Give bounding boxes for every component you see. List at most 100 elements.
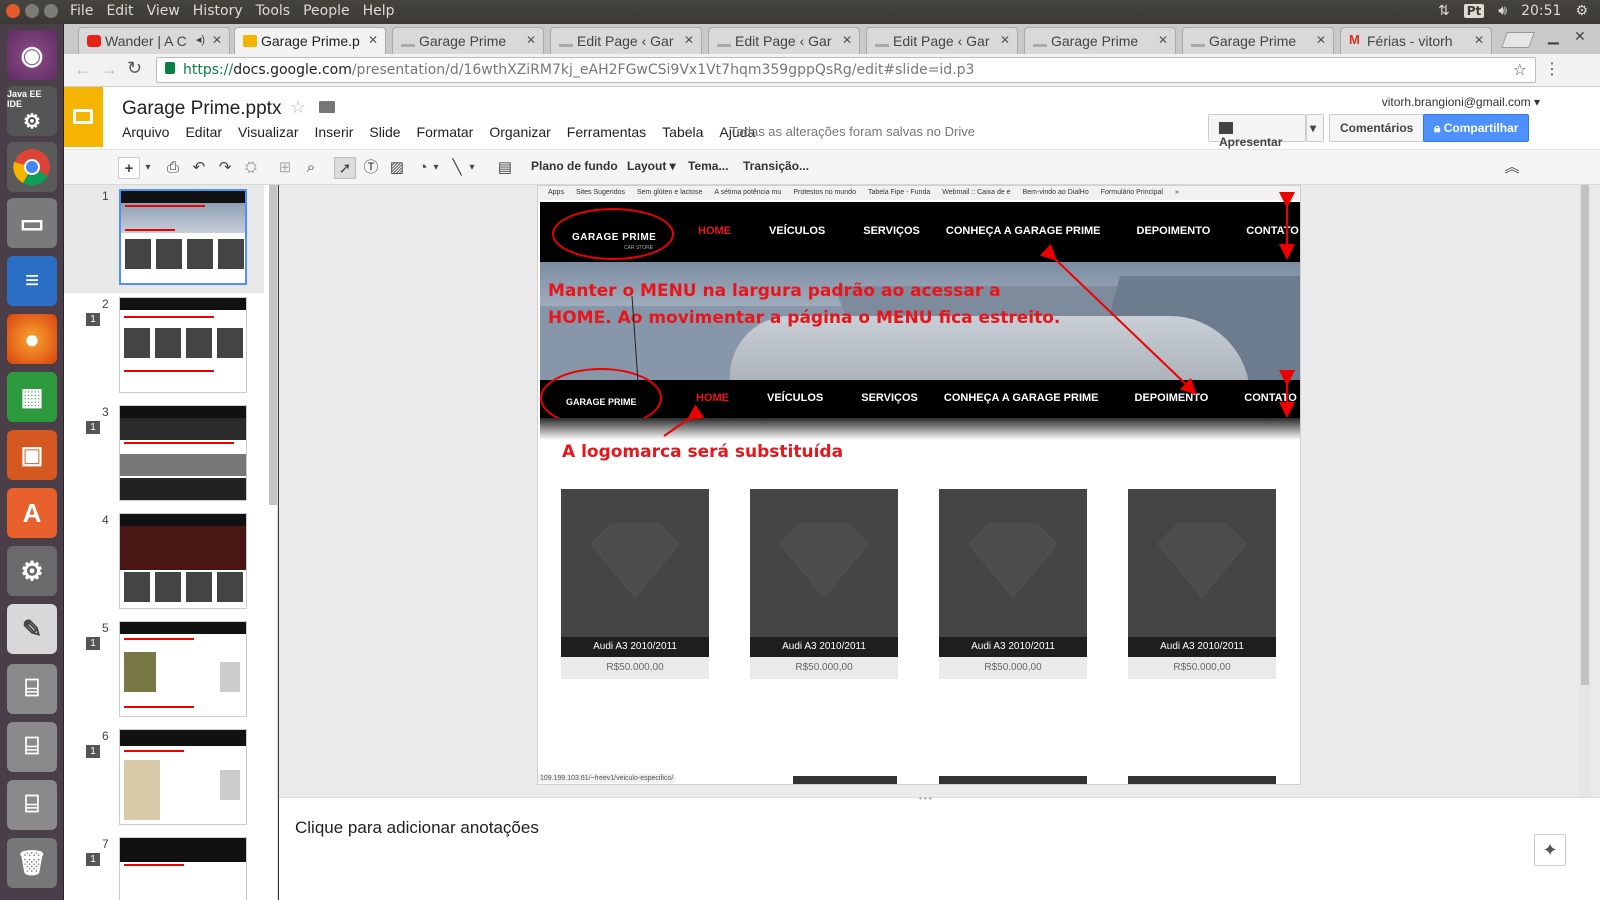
account-email[interactable]: vitorh.brangioni@gmail.com ▾	[1382, 95, 1540, 109]
comment-count-badge[interactable]: 1	[86, 745, 100, 758]
document-title[interactable]: Garage Prime.pptx	[122, 98, 281, 120]
slide-thumbnail-row[interactable]: 7 1	[64, 833, 264, 900]
slide-thumbnail[interactable]	[119, 405, 247, 501]
forward-icon[interactable]: →	[100, 59, 118, 80]
slide-thumbnail-row[interactable]: 5 1	[64, 617, 264, 725]
trash-icon[interactable]: 🗑︎	[7, 838, 57, 888]
share-button[interactable]: 🔒︎ Compartilhar	[1423, 114, 1530, 142]
software-center-icon[interactable]: A	[7, 488, 57, 538]
chrome-icon[interactable]	[7, 142, 57, 192]
comments-button[interactable]: Comentários	[1329, 114, 1425, 142]
menu-view[interactable]: View	[147, 3, 180, 19]
folder-icon[interactable]	[319, 101, 335, 113]
slide-thumbnail[interactable]	[119, 621, 247, 717]
text-box-icon[interactable]: Ⓣ	[360, 157, 382, 179]
slide-thumbnail-row[interactable]: 6 1	[64, 725, 264, 833]
theme-button[interactable]: Tema...	[688, 159, 728, 173]
close-tab-icon[interactable]: ✕	[1316, 33, 1326, 47]
java-ee-ide-icon[interactable]: Java EE IDE ⚙	[7, 86, 57, 136]
undo-icon[interactable]: ↶	[188, 157, 210, 179]
slide-thumbnail-row[interactable]: 4	[64, 509, 264, 617]
menu-edit[interactable]: Edit	[106, 3, 133, 19]
star-icon[interactable]: ☆	[290, 97, 306, 118]
browser-tab[interactable]: Edit Page ‹ Gar ✕	[866, 27, 1018, 54]
filmstrip-scrollbar[interactable]	[269, 185, 277, 505]
keyboard-layout-indicator[interactable]: Pt	[1463, 4, 1485, 18]
minimize-icon[interactable]: ▁	[1548, 28, 1559, 45]
collapse-menus-icon[interactable]: ︽	[1501, 157, 1523, 179]
browser-tab[interactable]: Garage Prime ✕	[1024, 27, 1176, 54]
impress-icon[interactable]: ▣	[7, 430, 57, 480]
slide-thumbnail-row[interactable]: 1	[64, 185, 264, 293]
line-icon[interactable]: ╲	[446, 157, 468, 179]
canvas-scrollbar[interactable]	[1579, 185, 1591, 797]
browser-tab[interactable]: Edit Page ‹ Gar ✕	[708, 27, 860, 54]
menu-visualizar[interactable]: Visualizar	[238, 124, 298, 140]
zoom-icon[interactable]: ⌕	[300, 157, 322, 179]
menu-organizar[interactable]: Organizar	[489, 124, 550, 140]
menu-help[interactable]: Help	[363, 3, 395, 19]
save-status[interactable]: Todas as alterações foram salvas no Driv…	[730, 124, 975, 139]
browser-tab-active[interactable]: Garage Prime.p ✕	[234, 27, 386, 54]
menu-editar[interactable]: Editar	[185, 124, 222, 140]
speaker-notes[interactable]: • • • Clique para adicionar anotações ✦	[279, 794, 1600, 900]
menu-inserir[interactable]: Inserir	[314, 124, 353, 140]
close-tab-icon[interactable]: ✕	[212, 33, 222, 47]
notes-placeholder[interactable]: Clique para adicionar anotações	[295, 818, 539, 838]
transition-button[interactable]: Transição...	[743, 159, 809, 173]
product-card[interactable]: Audi A3 2010/2011 R$50.000,00	[1128, 489, 1276, 679]
product-card[interactable]: Audi A3 2010/2011 R$50.000,00	[939, 489, 1087, 679]
firefox-icon[interactable]: ●	[7, 314, 57, 364]
notes-resize-handle[interactable]: • • •	[919, 794, 932, 803]
line-dropdown-icon[interactable]: ▾	[466, 157, 478, 179]
slide-thumbnail[interactable]	[119, 189, 247, 285]
audio-icon[interactable]: ◂)	[196, 33, 205, 46]
paint-format-icon[interactable]: ⛭	[240, 157, 262, 179]
present-button[interactable]: Apresentar	[1208, 114, 1306, 149]
menu-arquivo[interactable]: Arquivo	[122, 124, 169, 140]
slide-thumbnail-row[interactable]: 3 1	[64, 401, 264, 509]
menu-tools[interactable]: Tools	[256, 3, 291, 19]
back-icon[interactable]: ←	[74, 59, 92, 80]
redo-icon[interactable]: ↷	[214, 157, 236, 179]
files-icon[interactable]: ▭	[7, 198, 57, 248]
slide-thumbnail-row[interactable]: 2 1	[64, 293, 264, 401]
close-window-button[interactable]	[6, 4, 20, 18]
network-icon[interactable]: ⇅	[1438, 3, 1450, 19]
menu-history[interactable]: History	[193, 3, 243, 19]
slide-thumbnail[interactable]	[119, 513, 247, 609]
drive-icon[interactable]: ⌸	[7, 722, 57, 772]
select-pointer-icon[interactable]: ➚	[334, 157, 356, 179]
close-tab-icon[interactable]: ✕	[1158, 33, 1168, 47]
drive-icon[interactable]: ⌸	[7, 664, 57, 714]
minimize-window-button[interactable]	[25, 4, 39, 18]
layout-button[interactable]: Layout ▾	[627, 159, 676, 173]
writer-icon[interactable]: ≡	[7, 256, 57, 306]
close-icon[interactable]: ✕	[1574, 28, 1586, 45]
comment-count-badge[interactable]: 1	[86, 313, 100, 326]
present-options-button[interactable]: ▾	[1306, 114, 1324, 142]
reload-icon[interactable]: ↻	[127, 58, 142, 79]
new-slide-button[interactable]: +	[118, 157, 140, 179]
ubuntu-dash-icon[interactable]: ◉	[7, 30, 57, 80]
print-icon[interactable]: ⎙	[162, 157, 184, 179]
menu-people[interactable]: People	[303, 3, 350, 19]
browser-tab[interactable]: M Férias - vitorh ✕	[1340, 27, 1492, 54]
volume-icon[interactable]: 🔊︎	[1498, 3, 1507, 19]
menu-file[interactable]: File	[70, 3, 93, 19]
bookmark-star-icon[interactable]: ☆	[1513, 60, 1527, 79]
calc-icon[interactable]: ▦	[7, 372, 57, 422]
system-settings-icon[interactable]: ⚙	[7, 546, 57, 596]
drive-icon[interactable]: ⌸	[7, 780, 57, 830]
new-tab-button[interactable]	[1501, 32, 1535, 48]
close-tab-icon[interactable]: ✕	[842, 33, 852, 47]
text-editor-icon[interactable]: ✎	[7, 604, 57, 654]
zoom-fit-icon[interactable]: ⊞	[274, 157, 296, 179]
menu-tabela[interactable]: Tabela	[662, 124, 703, 140]
browser-tab[interactable]: Garage Prime ✕	[392, 27, 544, 54]
settings-gear-icon[interactable]: ⚙	[1575, 3, 1588, 19]
new-slide-dropdown-icon[interactable]: ▾	[142, 157, 154, 179]
slide-content[interactable]: Apps Sites Sugeridos Sem glúten e lactos…	[537, 185, 1301, 785]
comment-count-badge[interactable]: 1	[86, 637, 100, 650]
browser-tab[interactable]: Wander | A C ◂) ✕	[78, 27, 230, 54]
